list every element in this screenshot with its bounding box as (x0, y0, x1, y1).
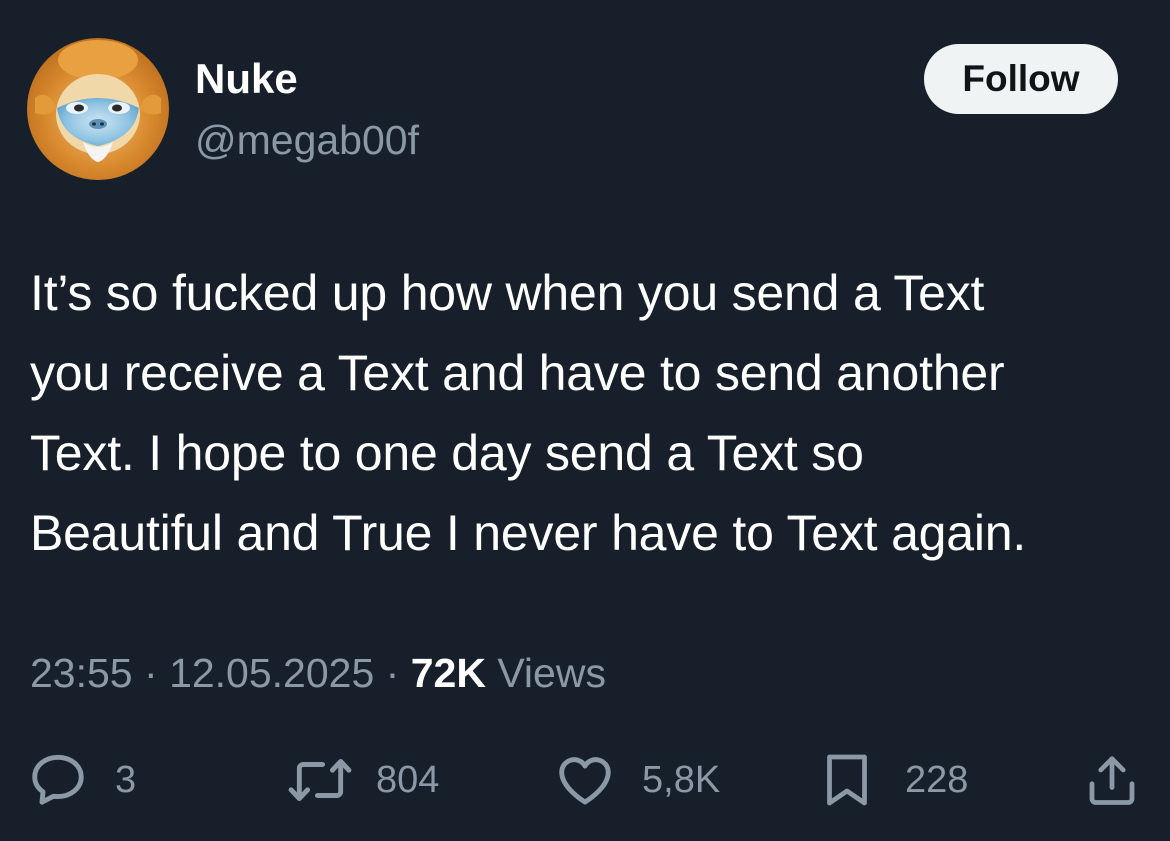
tweet-text: It’s so fucked up how when you send a Te… (30, 253, 1150, 573)
reply-icon (32, 754, 84, 805)
tweet-metadata: 23:55 · 12.05.2025 · 72K Views (30, 645, 606, 701)
bookmark-button[interactable]: 228 (817, 745, 968, 815)
follow-button[interactable]: Follow (924, 44, 1118, 114)
tweet-date[interactable]: 12.05.2025 (169, 650, 374, 696)
tweet-text-line: Beautiful and True I never have to Text … (30, 505, 1027, 561)
meta-separator: · (144, 650, 170, 696)
monkey-avatar-icon (27, 38, 169, 180)
share-icon (1089, 756, 1135, 805)
tweet-text-line: It’s so fucked up how when you send a Te… (30, 265, 985, 321)
retweet-button[interactable]: 804 (286, 745, 439, 815)
reply-button[interactable]: 3 (27, 745, 136, 815)
heart-icon (559, 757, 611, 805)
tweet-text-line: Text. I hope to one day send a Text so (30, 425, 864, 481)
meta-separator: · (385, 650, 411, 696)
like-count: 5,8K (642, 758, 721, 801)
action-bar: 3 804 5,8K 228 (0, 745, 1170, 815)
tweet-card: Nuke @megab00f Follow It’s so fucked up … (0, 0, 1170, 841)
bookmark-icon (827, 754, 867, 806)
retweet-count: 804 (376, 758, 440, 801)
bookmark-count: 228 (905, 758, 969, 801)
retweet-icon (288, 758, 352, 802)
author-handle[interactable]: @megab00f (195, 115, 419, 165)
views-label: Views (497, 650, 606, 696)
like-button[interactable]: 5,8K (552, 745, 720, 815)
share-button[interactable] (1082, 745, 1142, 815)
reply-count: 3 (115, 758, 137, 801)
avatar[interactable] (27, 38, 169, 180)
views-count: 72K (410, 650, 498, 696)
author-display-name[interactable]: Nuke (195, 54, 298, 104)
tweet-text-line: you receive a Text and have to send anot… (30, 345, 1005, 401)
tweet-time[interactable]: 23:55 (30, 650, 133, 696)
